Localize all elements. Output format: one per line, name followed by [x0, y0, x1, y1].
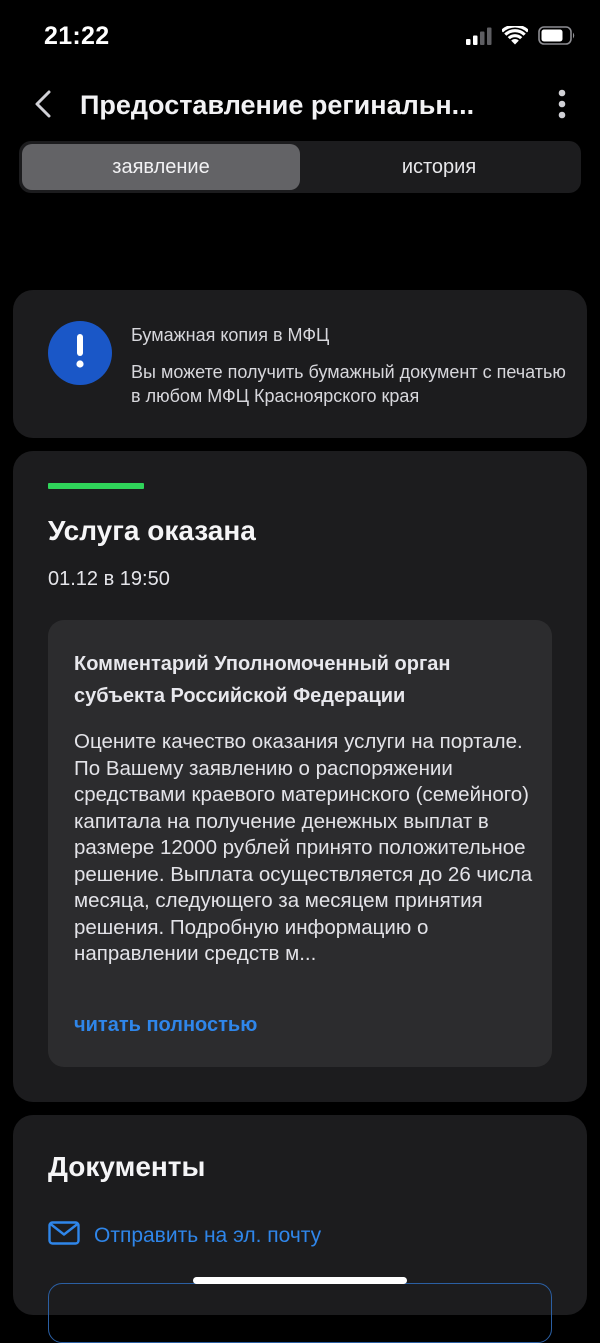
paper-copy-info-card: Бумажная копия в МФЦ Вы можете получить …	[13, 290, 587, 438]
send-email-label: Отправить на эл. почту	[94, 1223, 322, 1247]
documents-card: Документы Отправить на эл. почту	[13, 1115, 587, 1343]
status-icons	[466, 24, 576, 50]
page-title: Предоставление регинальн...	[80, 90, 475, 120]
comment-body: Оцените качество оказания услуги на порт…	[74, 730, 533, 965]
nav-bar: Предоставление регинальн...	[0, 78, 600, 136]
status-date: 01.12 в 19:50	[48, 568, 170, 590]
document-item[interactable]	[48, 1283, 552, 1343]
vertical-dots-icon	[558, 89, 566, 124]
status-title: Услуга оказана	[48, 515, 256, 546]
chevron-left-icon	[33, 89, 53, 124]
send-email-button[interactable]: Отправить на эл. почту	[48, 1221, 321, 1250]
segmented-tabs: заявление история	[19, 141, 581, 193]
more-options-button[interactable]	[552, 86, 572, 126]
battery-icon	[538, 26, 576, 50]
home-indicator[interactable]	[193, 1277, 407, 1284]
comment-title: Комментарий Уполномоченный орган субъект…	[74, 653, 451, 707]
info-badge	[48, 321, 112, 385]
wifi-icon	[500, 24, 530, 50]
back-button[interactable]	[26, 86, 60, 126]
tab-history[interactable]: история	[300, 144, 578, 190]
service-status-card: Услуга оказана 01.12 в 19:50 Комментарий…	[13, 451, 587, 1102]
status-time: 21:22	[44, 22, 110, 50]
status-bar: 21:22	[0, 0, 600, 72]
tab-application[interactable]: заявление	[22, 144, 300, 190]
info-title: Бумажная копия в МФЦ	[131, 325, 330, 345]
exclamation-icon	[74, 333, 86, 374]
info-text: Вы можете получить бумажный документ с п…	[131, 362, 566, 406]
status-indicator-line	[48, 483, 144, 489]
documents-title: Документы	[48, 1151, 206, 1182]
cellular-signal-icon	[466, 27, 492, 50]
envelope-icon	[48, 1221, 80, 1250]
read-more-link[interactable]: читать полностью	[74, 1014, 257, 1037]
comment-box: Комментарий Уполномоченный орган субъект…	[48, 620, 552, 1067]
